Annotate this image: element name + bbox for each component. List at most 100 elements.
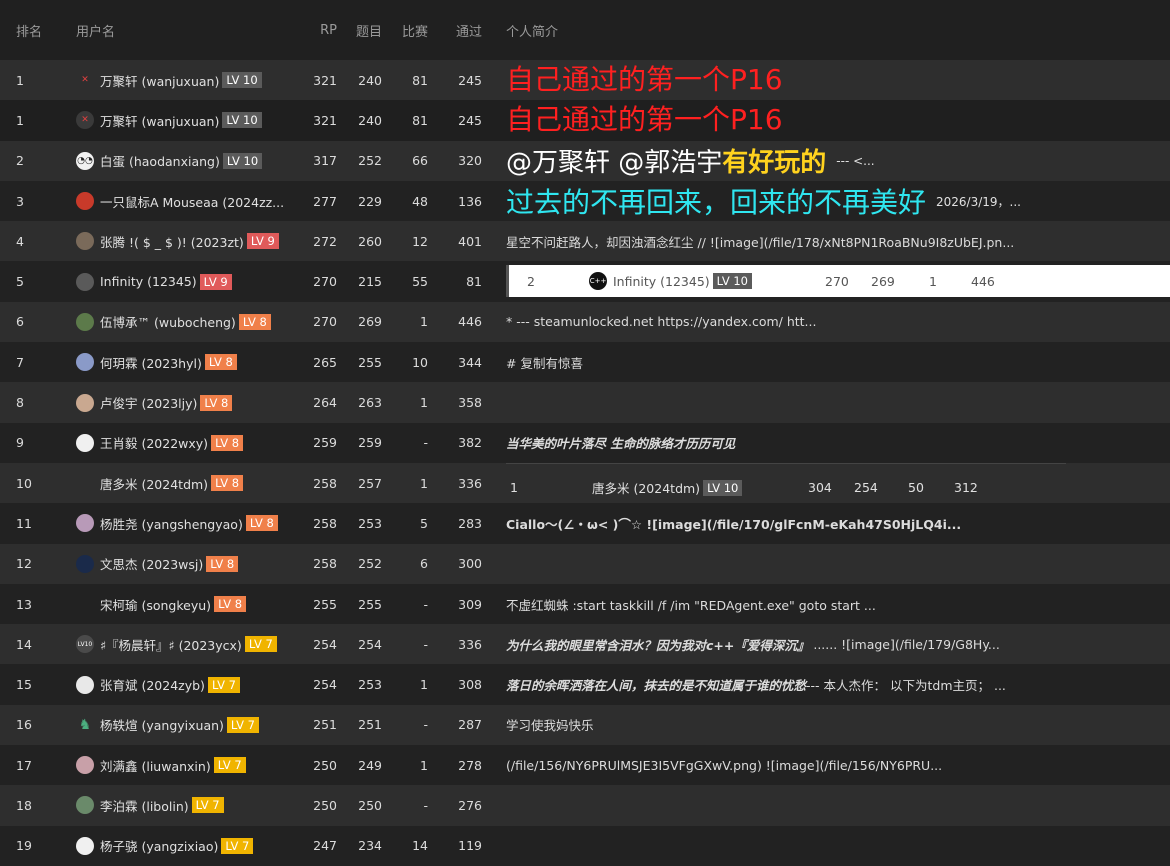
username-link[interactable]: Infinity (12345)	[100, 274, 197, 289]
passed-cell: 119	[458, 838, 482, 854]
table-row: 5 Infinity (12345) LV 9 270 215 55 81 2 …	[0, 261, 1170, 302]
rank-cell: 14	[16, 636, 32, 652]
rp-cell: 265	[313, 354, 337, 370]
user-cell: Infinity (12345) LV 9	[76, 261, 306, 301]
problems-cell: 255	[358, 354, 382, 370]
bio-embedded-row: 1 唐多米 (2024tdm) LV 10 304 254 50 312	[506, 462, 1066, 504]
username-link[interactable]: 卢俊宇 (2023ljy)	[100, 393, 197, 412]
problems-cell: 253	[358, 677, 382, 693]
embed-problems: 269	[871, 273, 895, 289]
rank-cell: 11	[16, 515, 32, 531]
bio-cell: @万聚轩 @郭浩宇 有好玩的 --- <...	[506, 141, 1166, 181]
username-link[interactable]: 杨轶煊 (yangyixuan)	[100, 715, 224, 734]
rp-cell: 250	[313, 757, 337, 773]
rp-cell: 258	[313, 475, 337, 491]
rp-cell: 317	[313, 153, 337, 169]
username-link[interactable]: 万聚轩 (wanjuxuan)	[100, 71, 219, 90]
rank-cell: 10	[16, 475, 32, 491]
passed-cell: 336	[458, 636, 482, 652]
problems-cell: 234	[358, 838, 382, 854]
contests-cell: 1	[420, 677, 428, 693]
header-user[interactable]: 用户名	[76, 0, 306, 60]
username-link[interactable]: 张育斌 (2024zyb)	[100, 675, 205, 694]
avatar	[76, 514, 94, 533]
contests-cell: 55	[412, 274, 428, 290]
level-badge: LV 7	[244, 636, 277, 653]
user-cell: ✕ 万聚轩 (wanjuxuan) LV 10	[76, 60, 306, 100]
embed-level-badge: LV 10	[712, 273, 752, 290]
username-link[interactable]: 刘满鑫 (liuwanxin)	[100, 756, 211, 775]
bio-cell	[506, 544, 1166, 584]
level-badge: LV 7	[213, 757, 246, 774]
level-avatar-icon: LV10	[76, 635, 94, 654]
username-link[interactable]: 唐多米 (2024tdm)	[100, 474, 208, 493]
embed-level-badge: LV 10	[703, 479, 743, 496]
username-link[interactable]: 万聚轩 (wanjuxuan)	[100, 111, 219, 130]
level-badge: LV 10	[222, 112, 262, 129]
passed-cell: 336	[458, 475, 482, 491]
contests-cell: 5	[420, 515, 428, 531]
contests-cell: 81	[412, 72, 428, 88]
bio-embedded-row: 2 C++ Infinity (12345) LV 10 270 269 1 4…	[506, 265, 1170, 298]
rank-cell: 13	[16, 596, 32, 612]
bio-cell: 学习使我妈快乐	[506, 718, 594, 734]
passed-cell: 81	[466, 274, 482, 290]
level-badge: LV 8	[214, 596, 247, 612]
bio-cell: * --- steamunlocked.net https://yandex.c…	[506, 314, 817, 330]
contests-cell: -	[423, 797, 428, 813]
rp-cell: 247	[313, 838, 337, 854]
username-link[interactable]: 张腾 !( $ _ $ )! (2023zt)	[100, 232, 244, 251]
username-link[interactable]: 王肖毅 (2022wxy)	[100, 433, 208, 452]
problems-cell: 255	[358, 596, 382, 612]
passed-cell: 245	[458, 112, 482, 128]
level-badge: LV 8	[200, 394, 233, 411]
username-link[interactable]: 杨胜尧 (yangshengyao)	[100, 514, 243, 533]
bio-cell: 过去的不再回来，回来的不再美好 2026/3/19，...	[506, 181, 1166, 221]
passed-cell: 308	[458, 677, 482, 693]
header-rp[interactable]: RP	[306, 0, 337, 60]
rank-cell: 18	[16, 797, 32, 813]
problems-cell: 257	[358, 475, 382, 491]
contests-cell: 14	[412, 838, 428, 854]
header-problems[interactable]: 题目	[348, 0, 382, 60]
level-badge: LV 7	[221, 837, 254, 854]
table-row: 10 唐多米 (2024tdm) LV 8 258 257 1 336 1 唐多…	[0, 462, 1170, 504]
passed-cell: 382	[458, 435, 482, 451]
table-row: 4 张腾 !( $ _ $ )! (2023zt) LV 9 272 260 1…	[0, 221, 1170, 262]
header-rank[interactable]: 排名	[16, 0, 56, 60]
username-link[interactable]: 文思杰 (2023wsj)	[100, 554, 203, 573]
level-badge: LV 8	[211, 434, 244, 451]
avatar	[76, 756, 94, 775]
bio-cell: Ciallo～(∠・ω< )⌒☆ ![image](/file/170/glFc…	[506, 516, 962, 532]
passed-cell: 287	[458, 717, 482, 733]
user-cell: 刘满鑫 (liuwanxin) LV 7	[76, 745, 306, 785]
bio-mention-text: @万聚轩 @郭浩宇	[506, 148, 723, 179]
table-row: 16 ♞ 杨轶煊 (yangyixuan) LV 7 251 251 - 287…	[0, 704, 1170, 746]
passed-cell: 344	[458, 354, 482, 370]
passed-cell: 276	[458, 797, 482, 813]
bio-more-text: --- 本人杰作： 以下为tdm主页； ...	[806, 678, 1006, 694]
user-cell: ✕ 万聚轩 (wanjuxuan) LV 10	[76, 100, 306, 140]
header-contests[interactable]: 比赛	[400, 0, 428, 60]
passed-cell: 358	[458, 395, 482, 411]
contests-cell: 1	[420, 314, 428, 330]
username-link[interactable]: 杨子骁 (yangzixiao)	[100, 836, 218, 855]
bio-cell: 落日的余晖洒落在人间，抹去的是不知道属于谁的忧愁 --- 本人杰作： 以下为td…	[506, 664, 1166, 704]
header-passed[interactable]: 通过	[446, 0, 482, 60]
table-row: 11 杨胜尧 (yangshengyao) LV 8 258 253 5 283…	[0, 503, 1170, 544]
cpp-avatar-icon: C++	[589, 272, 607, 291]
bio-highlight-text: 有好玩的	[722, 148, 827, 179]
username-link[interactable]: ♯『杨晨轩』♯ (2023ycx)	[100, 635, 242, 654]
contests-cell: 1	[420, 757, 428, 773]
username-link[interactable]: 李泊霖 (libolin)	[100, 796, 189, 815]
username-link[interactable]: 白蛋 (haodanxiang)	[100, 151, 220, 170]
bio-emphasis-text: 落日的余晖洒落在人间，抹去的是不知道属于谁的忧愁	[506, 678, 807, 694]
username-link[interactable]: 宋柯瑜 (songkeyu)	[100, 595, 211, 614]
user-cell: 张腾 !( $ _ $ )! (2023zt) LV 9	[76, 221, 306, 261]
username-link[interactable]: 伍博承™ (wubocheng)	[100, 312, 236, 331]
username-link[interactable]: 何玥霖 (2023hyl)	[100, 353, 202, 372]
table-row: 7 何玥霖 (2023hyl) LV 8 265 255 10 344 # 复制…	[0, 342, 1170, 383]
rp-cell: 264	[313, 395, 337, 411]
contests-cell: -	[423, 717, 428, 733]
username-link[interactable]: 一只鼠标A Mouseaa (2024zz...	[100, 192, 284, 211]
